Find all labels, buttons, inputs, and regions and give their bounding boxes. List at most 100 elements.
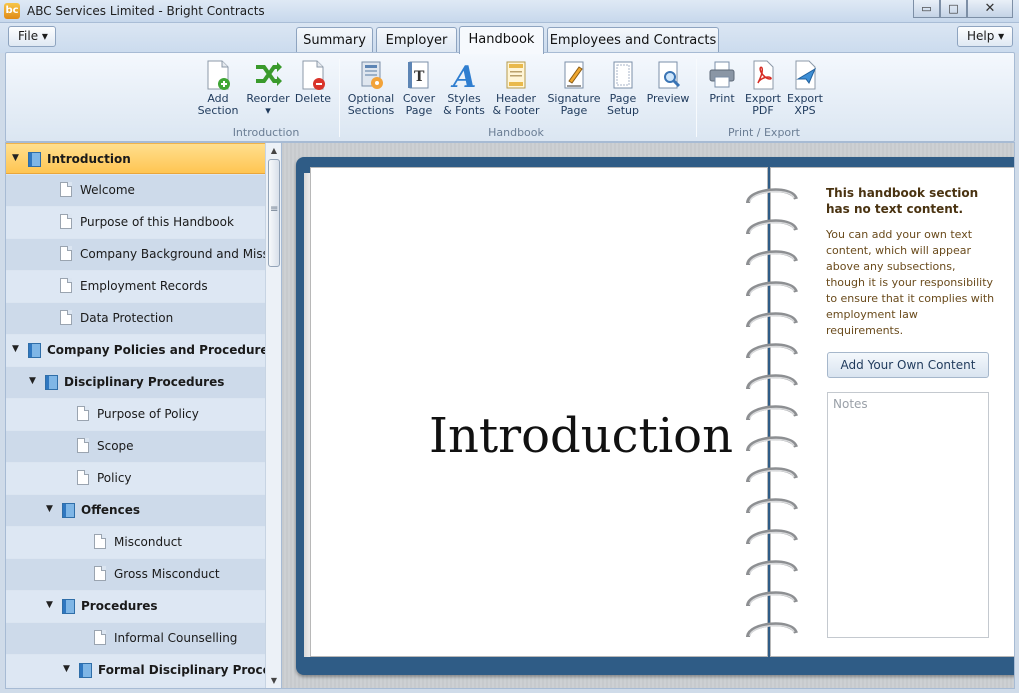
svg-text:A: A	[450, 60, 476, 91]
page-setup-button[interactable]: Page Setup	[606, 59, 640, 117]
delete-label-1: Delete	[294, 92, 332, 105]
tree-item[interactable]: Purpose of this Handbook	[6, 207, 265, 238]
export-xps-button[interactable]: Export XPS	[786, 59, 824, 117]
add-own-content-button[interactable]: Add Your Own Content	[827, 352, 989, 378]
window-controls: ▭ □ ✕	[913, 0, 1013, 18]
tree-item[interactable]: Gross Misconduct	[6, 559, 265, 590]
tree-item-label: Purpose of Policy	[97, 407, 199, 421]
expand-arrow-icon[interactable]: ▼	[12, 344, 19, 354]
tab-employees-and-contracts[interactable]: Employees and Contracts	[547, 27, 719, 53]
header-footer-label-2: & Footer	[492, 104, 540, 117]
tree-item-label: Company Background and Missio...	[80, 247, 282, 261]
page-icon	[77, 406, 89, 421]
tree-item[interactable]: ▼ Introduction	[6, 143, 265, 174]
xps-icon	[795, 60, 817, 90]
delete-button[interactable]: Delete	[294, 59, 332, 105]
tree-item[interactable]: Misconduct	[6, 527, 265, 558]
add-page-icon	[207, 60, 230, 90]
scroll-up-icon[interactable]: ▲	[266, 143, 281, 158]
book-icon	[28, 152, 41, 167]
expand-arrow-icon[interactable]: ▼	[46, 600, 53, 610]
tree-item-label: Misconduct	[114, 535, 183, 549]
preview-label-1: Preview	[646, 92, 690, 105]
book-icon	[79, 663, 92, 678]
book-icon	[62, 503, 75, 518]
ribbon-separator	[696, 59, 697, 137]
scroll-thumb[interactable]	[268, 159, 280, 267]
tree-item-label: Data Protection	[80, 311, 174, 325]
tree-item[interactable]: Company Background and Missio...	[6, 239, 281, 270]
tree-item-label: Purpose of this Handbook	[80, 215, 234, 229]
tree-item-label: Disciplinary Procedures	[64, 375, 225, 389]
minimize-button[interactable]: ▭	[913, 0, 940, 18]
cover-page-button[interactable]: T Cover Page	[400, 59, 438, 117]
close-button[interactable]: ✕	[967, 0, 1013, 18]
tab-handbook[interactable]: Handbook	[459, 26, 544, 54]
book-icon	[45, 375, 58, 390]
tree-item[interactable]: Data Protection	[6, 303, 265, 334]
info-body: You can add your own text content, which…	[826, 228, 995, 337]
reorder-button[interactable]: Reorder ▾	[244, 59, 292, 117]
print-button[interactable]: Print	[705, 59, 739, 105]
tree-item[interactable]: Informal Counselling	[6, 623, 265, 654]
tree-item[interactable]: Policy	[6, 463, 265, 494]
page-icon	[60, 182, 72, 197]
tree-item[interactable]: ▼ Procedures	[6, 591, 265, 622]
tab-row: File ▾ Summary Employer Handbook Employe…	[0, 23, 1019, 54]
styles-fonts-button[interactable]: A Styles & Fonts	[442, 59, 486, 117]
header-footer-button[interactable]: Header & Footer	[490, 59, 542, 117]
tree-item[interactable]: ▼ Formal Disciplinary Proced...	[6, 655, 281, 686]
expand-arrow-icon[interactable]: ▼	[63, 664, 70, 674]
export-pdf-label-2: PDF	[752, 104, 774, 117]
signature-label-2: Page	[560, 104, 588, 117]
ribbon-separator	[339, 59, 340, 137]
tree-scrollbar[interactable]: ▲ ▼	[265, 143, 281, 688]
book-view: Introduction This handbook section has n…	[282, 142, 1015, 689]
printer-icon	[709, 61, 735, 88]
scroll-down-icon[interactable]: ▼	[266, 673, 281, 688]
reorder-icon	[256, 62, 282, 86]
optional-sections-icon	[361, 61, 383, 89]
tree-item-label: Policy	[97, 471, 132, 485]
maximize-icon: □	[948, 2, 959, 15]
cover-page-icon: T	[408, 61, 429, 89]
window-title: ABC Services Limited - Bright Contracts	[27, 4, 265, 18]
page-icon	[77, 470, 89, 485]
add-section-button[interactable]: Add Section	[196, 59, 240, 117]
book-icon	[28, 343, 41, 358]
expand-arrow-icon[interactable]: ▼	[29, 376, 36, 386]
tree-item[interactable]: ▼ Offences	[6, 495, 265, 526]
notes-input[interactable]: Notes	[827, 392, 989, 638]
tree-item[interactable]: Employment Records	[6, 271, 265, 302]
tree-item-label: Company Policies and Procedures	[47, 343, 276, 357]
header-footer-icon	[506, 61, 526, 89]
tree-item[interactable]: ▼ Company Policies and Procedures	[6, 335, 276, 366]
help-menu-button[interactable]: Help ▾	[957, 26, 1013, 47]
preview-button[interactable]: Preview	[646, 59, 690, 105]
tab-employer[interactable]: Employer	[376, 27, 457, 53]
tab-summary[interactable]: Summary	[296, 27, 373, 53]
export-pdf-button[interactable]: Export PDF	[744, 59, 782, 117]
tree-item[interactable]: Scope	[6, 431, 265, 462]
file-menu-button[interactable]: File ▾	[8, 26, 56, 47]
tree-item[interactable]: Purpose of Policy	[6, 399, 265, 430]
handbook-tree: ▼ Introduction Welcome Purpose of this Hand…	[5, 142, 282, 689]
maximize-button[interactable]: □	[940, 0, 967, 18]
tree-item-label: Welcome	[80, 183, 135, 197]
add-section-label-2: Section	[197, 104, 239, 117]
page-icon	[77, 438, 89, 453]
tree-item[interactable]: Welcome	[6, 175, 265, 206]
close-icon: ✕	[984, 1, 996, 16]
optional-sections-button[interactable]: Optional Sections	[346, 59, 396, 117]
info-title: This handbook section has no text conten…	[826, 186, 979, 216]
signature-page-button[interactable]: Signature Page	[546, 59, 602, 117]
expand-arrow-icon[interactable]: ▼	[12, 153, 19, 163]
preview-icon	[658, 61, 681, 89]
tree-item[interactable]: ▼ Disciplinary Procedures	[6, 367, 265, 398]
page-icon	[60, 246, 72, 261]
expand-arrow-icon[interactable]: ▼	[46, 504, 53, 514]
group-label-introduction: Introduction	[232, 126, 300, 139]
page-setup-label-2: Setup	[606, 104, 640, 117]
export-xps-label-2: XPS	[794, 104, 816, 117]
page-title: Introduction	[429, 408, 733, 464]
